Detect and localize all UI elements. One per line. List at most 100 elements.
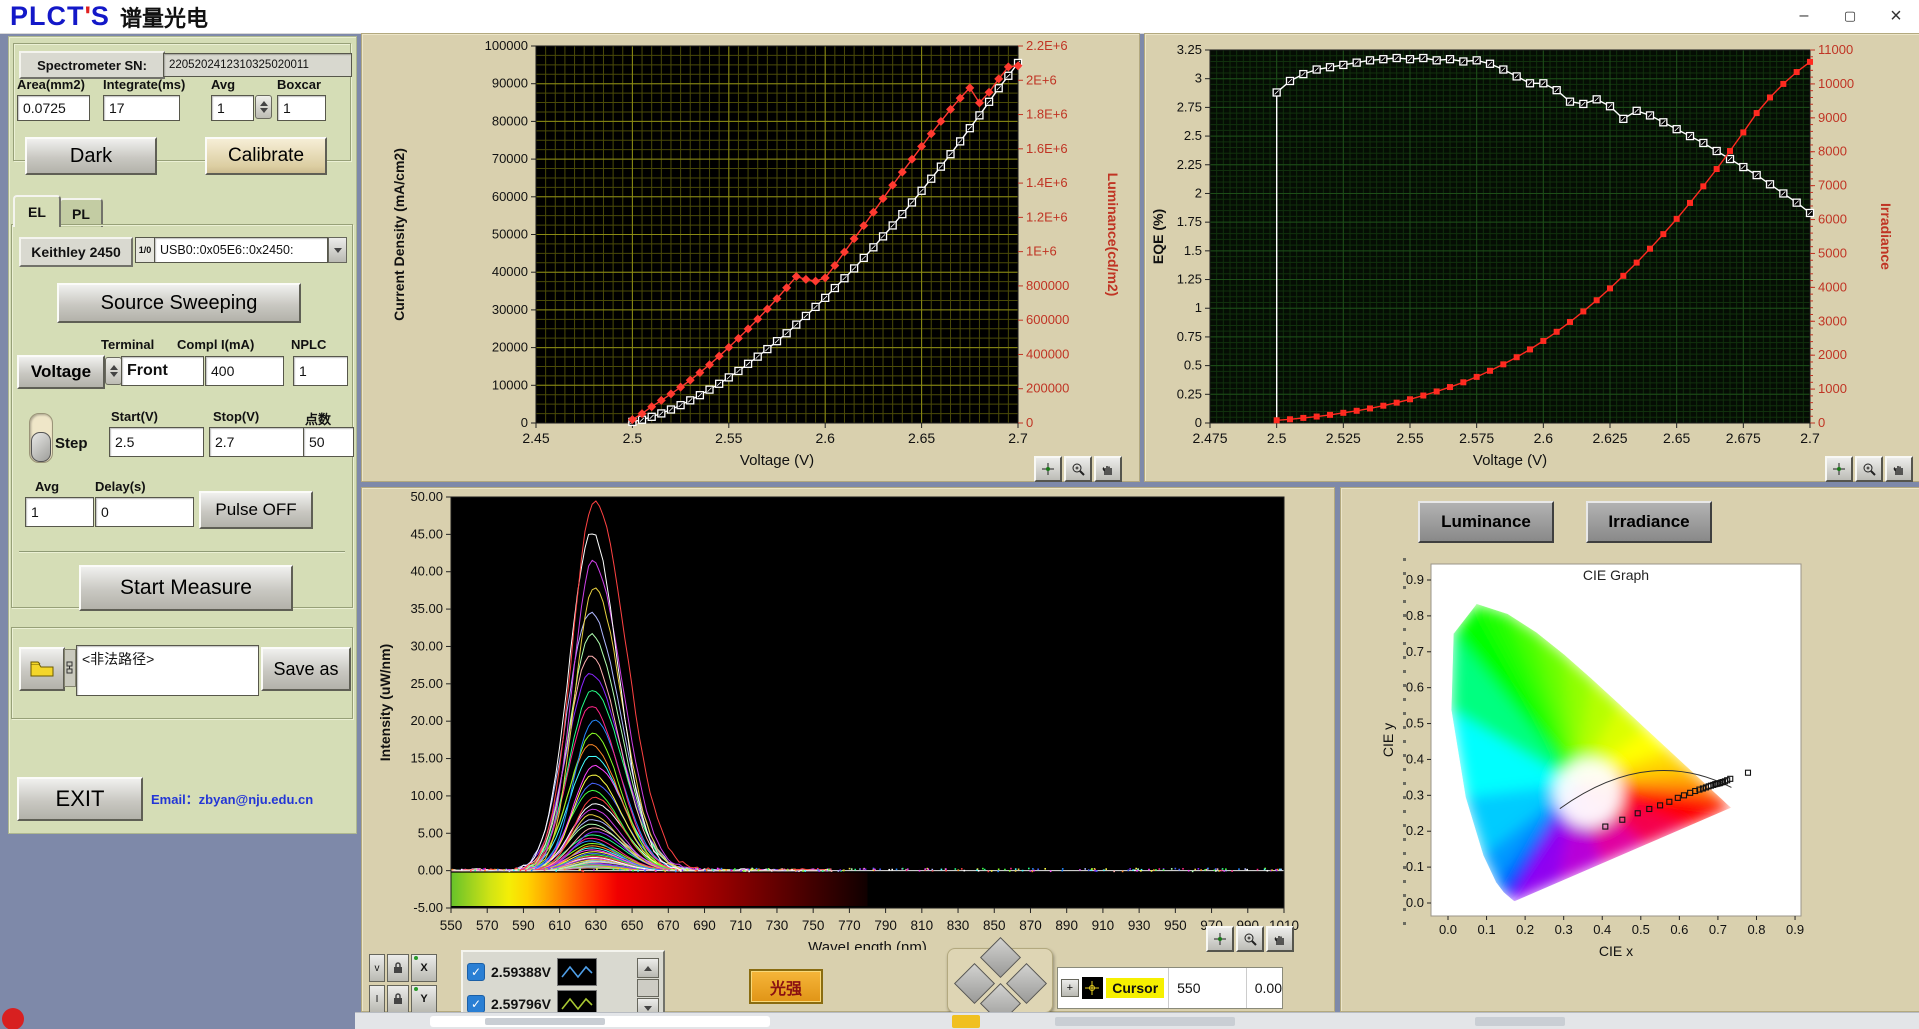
svg-text:3.25: 3.25: [1177, 42, 1202, 57]
scroll-up-button[interactable]: [637, 958, 659, 978]
logo-text-right: S: [91, 1, 110, 32]
irradiance-button[interactable]: Irradiance: [1586, 501, 1712, 543]
tab-el[interactable]: EL: [13, 195, 61, 227]
avg-field[interactable]: 1: [211, 95, 254, 121]
cursor-crosshair-icon: [1082, 977, 1104, 999]
cursor-y-value[interactable]: 0.00: [1247, 980, 1282, 996]
start-field[interactable]: 2.5: [109, 427, 204, 457]
zoom-tool-button[interactable]: [1855, 456, 1883, 482]
svg-text:80000: 80000: [492, 113, 528, 128]
boxcar-spinner[interactable]: [255, 95, 272, 119]
zoom-tool-button[interactable]: [1236, 926, 1264, 952]
svg-text:810: 810: [911, 918, 934, 933]
nplc-label: NPLC: [291, 337, 326, 352]
terminal-spinner[interactable]: [105, 357, 122, 385]
spectrum-panel: 50.0045.0040.0035.0030.0025.0020.0015.00…: [361, 487, 1335, 1012]
avg2-field[interactable]: 1: [25, 497, 94, 527]
svg-text:2: 2: [1195, 185, 1202, 200]
svg-text:0.1: 0.1: [1478, 922, 1496, 937]
integrate-field[interactable]: 17: [103, 95, 180, 121]
y-lock-icon[interactable]: [387, 985, 409, 1013]
legend-checkbox[interactable]: ✓: [467, 963, 485, 981]
svg-text:0.00: 0.00: [418, 863, 443, 878]
v-scale-button[interactable]: v: [369, 954, 385, 982]
svg-text:2.5: 2.5: [623, 430, 643, 446]
intensity-button[interactable]: 光强: [749, 969, 823, 1004]
svg-text:70000: 70000: [492, 151, 528, 166]
source-sweeping-button[interactable]: Source Sweeping: [57, 283, 301, 323]
pulse-off-button[interactable]: Pulse OFF: [199, 491, 313, 529]
maximize-button[interactable]: ▢: [1827, 0, 1873, 32]
visa-combo[interactable]: 1/0 USB0::0x05E6::0x2450:: [135, 237, 347, 263]
svg-text:0.7: 0.7: [1709, 922, 1727, 937]
tab-pl[interactable]: PL: [59, 198, 103, 227]
x-lock-icon[interactable]: [387, 954, 409, 982]
crosshair-tool-button[interactable]: [1034, 456, 1062, 482]
delay-field[interactable]: 0: [95, 497, 194, 527]
spectrometer-sn-value[interactable]: 2205202412310325020011: [163, 53, 352, 77]
svg-text:1.8E+6: 1.8E+6: [1026, 107, 1068, 122]
close-button[interactable]: ×: [1873, 0, 1919, 32]
i-scale-button[interactable]: I: [369, 985, 385, 1013]
y-autoscale-button[interactable]: Y: [411, 985, 437, 1013]
app-logo: PLCT'S 谱量光电: [10, 0, 208, 33]
svg-text:730: 730: [766, 918, 789, 933]
cursor-x-value[interactable]: 550: [1169, 980, 1246, 996]
svg-text:CIE y: CIE y: [1380, 723, 1396, 757]
pan-tool-button[interactable]: [1094, 456, 1122, 482]
svg-text:2.575: 2.575: [1459, 430, 1494, 446]
calibrate-button[interactable]: Calibrate: [205, 137, 327, 175]
nplc-field[interactable]: 1: [293, 356, 348, 386]
control-panel: Spectrometer SN: 2205202412310325020011 …: [8, 36, 357, 834]
svg-text:2.55: 2.55: [715, 430, 742, 446]
boxcar-field[interactable]: 1: [277, 95, 326, 121]
voltage-button[interactable]: Voltage: [17, 355, 105, 389]
crosshair-tool-button[interactable]: [1825, 456, 1853, 482]
visa-dropdown-arrow[interactable]: [328, 237, 347, 263]
svg-text:0.5: 0.5: [1184, 358, 1202, 373]
area-field[interactable]: 0.0725: [17, 95, 90, 121]
y-scale-controls: I Y: [369, 985, 437, 1013]
minimize-button[interactable]: –: [1781, 0, 1827, 32]
browse-folder-button[interactable]: [19, 647, 65, 691]
svg-text:-5.00: -5.00: [413, 900, 443, 915]
luminance-button[interactable]: Luminance: [1418, 501, 1554, 543]
compl-field[interactable]: 400: [205, 356, 284, 386]
zoom-tool-button[interactable]: [1064, 456, 1092, 482]
svg-text:EQE (%): EQE (%): [1150, 209, 1166, 264]
step-toggle-knob[interactable]: [31, 432, 51, 462]
crosshair-tool-button[interactable]: [1206, 926, 1234, 952]
expand-plus-button[interactable]: +: [1061, 979, 1079, 997]
svg-text:WaveLength (nm): WaveLength (nm): [808, 939, 927, 950]
scroll-thumb[interactable]: [637, 979, 659, 997]
save-as-button[interactable]: Save as: [261, 647, 351, 691]
start-measure-button[interactable]: Start Measure: [79, 565, 293, 611]
legend-scrollbar[interactable]: [637, 958, 659, 1018]
dark-button[interactable]: Dark: [25, 137, 157, 175]
pan-tool-button[interactable]: [1266, 926, 1294, 952]
desktop-icon-fragment: [2, 1008, 24, 1029]
stop-field[interactable]: 2.7: [209, 427, 304, 457]
exit-button[interactable]: EXIT: [17, 777, 143, 821]
jv-luminance-chart: 0100002000030000400005000060000700008000…: [362, 34, 1139, 481]
legend-plot-label[interactable]: 2.59796V: [491, 996, 551, 1012]
svg-text:1000: 1000: [1818, 381, 1847, 396]
visa-address-value[interactable]: USB0::0x05E6::0x2450:: [154, 237, 328, 263]
svg-text:11000: 11000: [1818, 42, 1853, 57]
terminal-field[interactable]: Front: [121, 356, 204, 386]
step-toggle-track[interactable]: [29, 413, 53, 463]
legend-plot-label[interactable]: 2.59388V: [491, 964, 551, 980]
svg-text:6000: 6000: [1818, 212, 1847, 227]
save-path-field[interactable]: <非法路径>: [76, 645, 259, 696]
legend-checkbox[interactable]: ✓: [467, 995, 485, 1013]
waveform-thumb-icon[interactable]: [557, 958, 597, 986]
svg-text:2.525: 2.525: [1326, 430, 1361, 446]
svg-text:0.6: 0.6: [1406, 680, 1424, 695]
x-autoscale-button[interactable]: X: [411, 954, 437, 982]
pan-tool-button[interactable]: [1885, 456, 1913, 482]
svg-text:Luminance(cd/m2): Luminance(cd/m2): [1105, 173, 1121, 297]
eqe-graph-palette: [1825, 456, 1913, 482]
cursor-name-cell[interactable]: Cursor: [1106, 978, 1164, 998]
points-field[interactable]: 50: [303, 427, 354, 457]
svg-text:0.0: 0.0: [1439, 922, 1457, 937]
